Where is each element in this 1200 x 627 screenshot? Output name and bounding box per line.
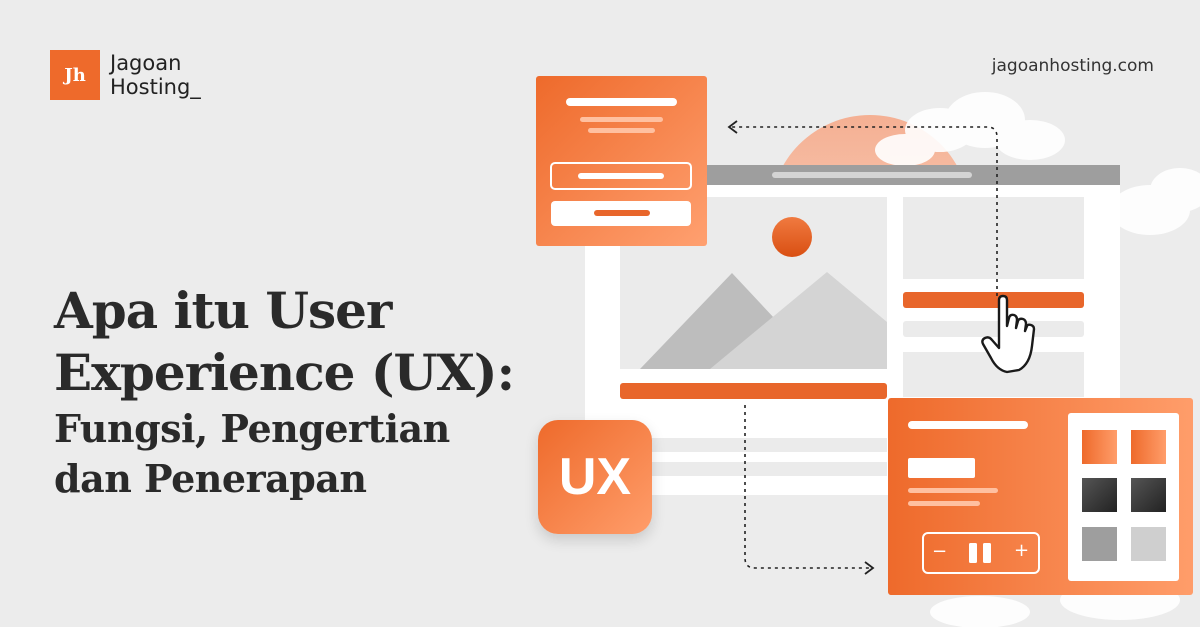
- login-card: [536, 76, 707, 246]
- minus-icon: −: [932, 541, 948, 562]
- sidebar-highlight-bar: [903, 292, 1084, 308]
- content-highlight-bar: [620, 383, 887, 399]
- plus-icon: +: [1014, 540, 1030, 561]
- ux-badge: UX: [538, 420, 652, 534]
- browser-address-bar: [772, 172, 972, 178]
- media-player-card: [888, 398, 1193, 595]
